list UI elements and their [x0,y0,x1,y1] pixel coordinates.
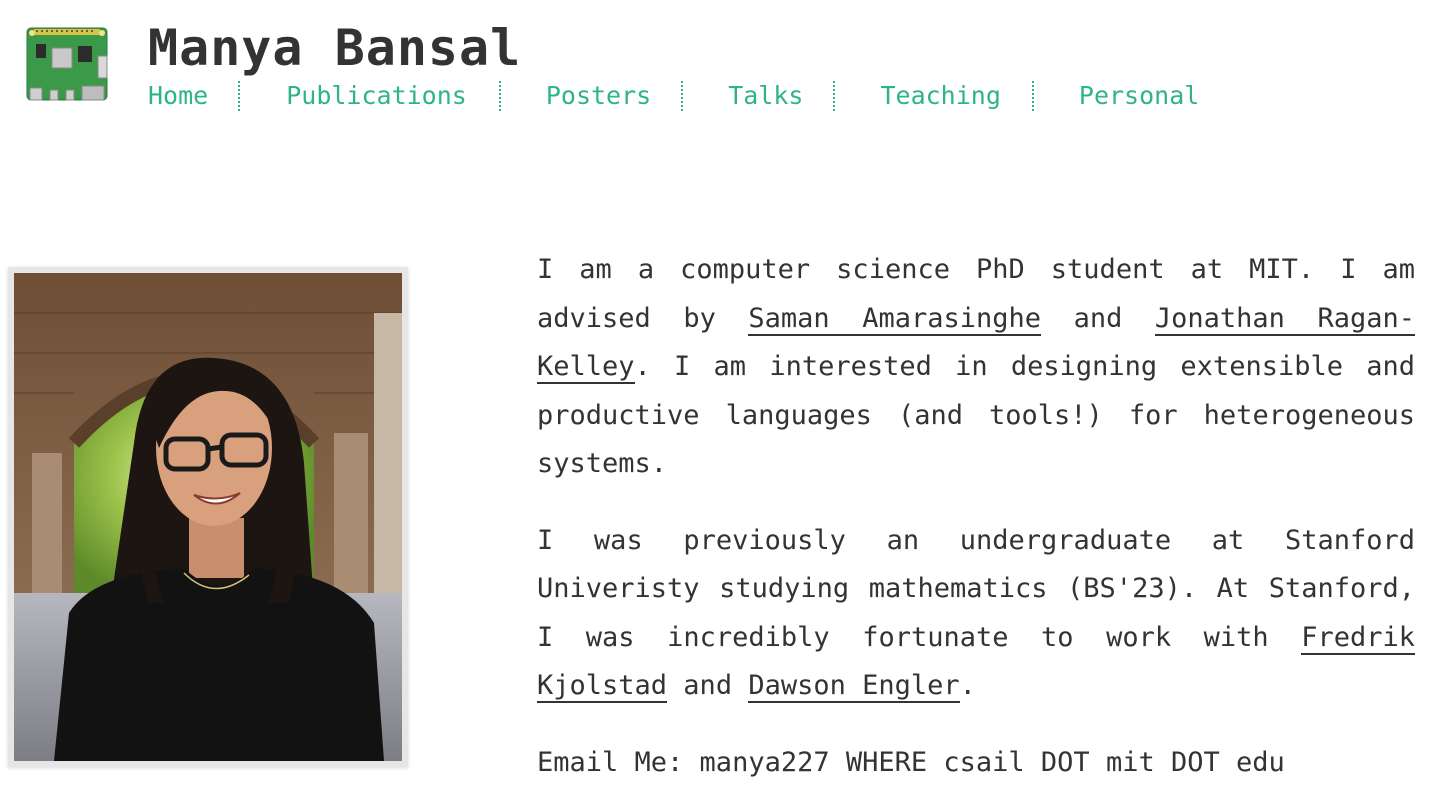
nav-divider [1031,81,1034,111]
bio-text: . [959,670,976,701]
nav-personal[interactable]: Personal [1079,80,1199,112]
bio-paragraph-research: I am a computer science PhD student at M… [537,246,1416,489]
mentor-link-dawson-engler[interactable]: Dawson Engler [748,670,960,703]
nav-teaching[interactable]: Teaching [880,80,1000,112]
bio-section: I am a computer science PhD student at M… [537,246,1416,810]
advisor-link-saman-amarasinghe[interactable]: Saman Amarasinghe [748,302,1042,336]
nav-divider [833,81,836,111]
email-line: Email Me: manya227 WHERE csail DOT mit D… [537,746,1285,778]
nav-posters[interactable]: Posters [546,80,651,112]
site-title[interactable]: Manya Bansal [148,18,521,78]
nav-home[interactable]: Home [148,80,208,112]
raspberry-pi-logo-icon[interactable] [26,26,108,106]
profile-photo [14,273,402,761]
nav-divider [238,81,241,111]
bio-text: I was previously an undergraduate at Sta… [537,524,1415,653]
main-nav: Home Publications Posters Talks Teaching… [148,80,1199,112]
nav-divider [681,81,684,111]
bio-text: . I am interested in designing extensibl… [537,351,1415,479]
bio-paragraph-stanford: I was previously an undergraduate at Sta… [537,517,1415,711]
nav-divider [498,81,501,111]
bio-text: and [1041,302,1155,334]
profile-photo-frame [8,267,408,767]
nav-publications[interactable]: Publications [286,80,467,112]
nav-talks[interactable]: Talks [728,80,803,112]
bio-text: and [667,670,749,701]
